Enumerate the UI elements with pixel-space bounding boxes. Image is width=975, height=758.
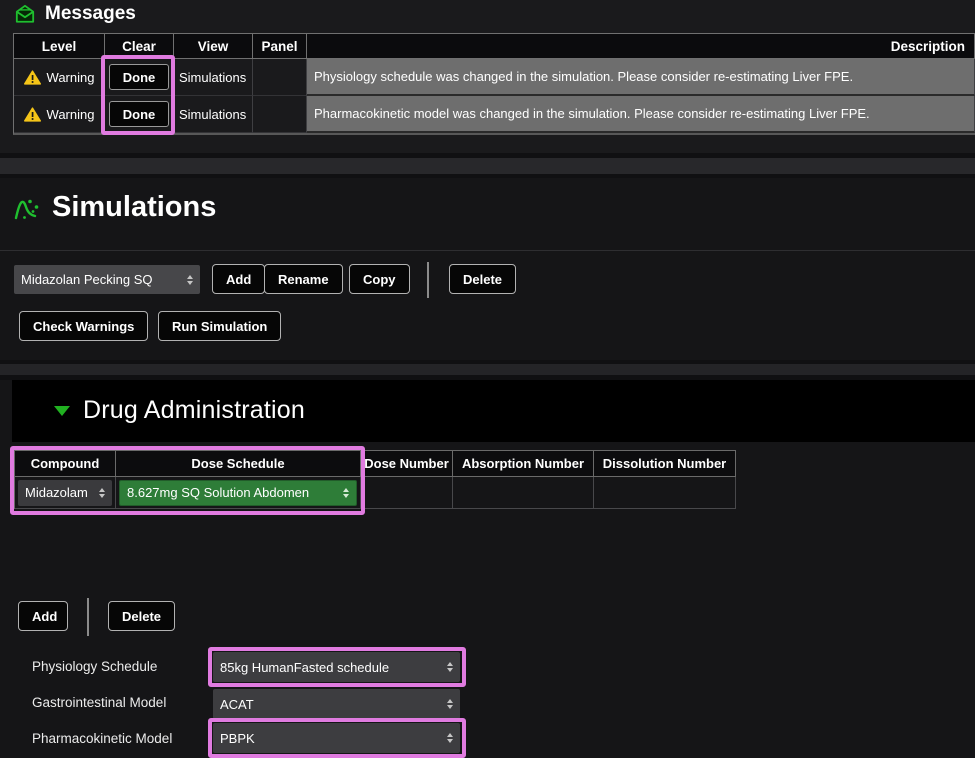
column-header-clear: Clear [105, 34, 174, 59]
updown-arrows-icon [447, 733, 453, 743]
physiology-schedule-value: 85kg HumanFasted schedule [220, 660, 389, 675]
pharmacokinetic-model-value: PBPK [220, 731, 255, 746]
add-simulation-button[interactable]: Add [212, 264, 265, 294]
view-label: Simulations [174, 59, 253, 96]
description-cell: Pharmacokinetic model was changed in the… [307, 96, 975, 133]
drug-administration-title: Drug Administration [83, 396, 305, 425]
column-header-compound: Compound [15, 450, 116, 477]
level-label: Warning [47, 107, 95, 122]
compound-select[interactable]: Midazolam [18, 480, 112, 506]
column-header-level: Level [14, 34, 105, 59]
simulations-title: Simulations [52, 191, 216, 224]
drug-table-header: Compound Dose Schedule Dose Number Absor… [15, 450, 736, 477]
drug-administration-header-band: Drug Administration [12, 380, 975, 442]
messages-header: Messages [14, 3, 136, 25]
messages-title: Messages [45, 3, 136, 25]
messages-table-header: Level Clear View Panel Description [14, 34, 975, 59]
drug-administration-table: Compound Dose Schedule Dose Number Absor… [14, 450, 736, 509]
panel-separator [0, 364, 975, 375]
warning-triangle-icon [24, 70, 41, 85]
messages-panel: Messages Level Clear View Panel Descript… [0, 0, 975, 153]
button-group-divider [427, 262, 429, 298]
panel-cell [253, 96, 307, 133]
delete-row-button[interactable]: Delete [108, 601, 175, 631]
column-header-dose-schedule: Dose Schedule [116, 450, 361, 477]
compound-select-value: Midazolam [25, 485, 88, 500]
done-button[interactable]: Done [109, 101, 170, 127]
pk-curve-icon [12, 195, 42, 221]
column-header-dissolution-number: Dissolution Number [594, 450, 736, 477]
collapse-triangle-icon[interactable] [54, 406, 70, 416]
dose-number-cell [361, 477, 453, 509]
envelope-icon [14, 4, 36, 24]
dose-schedule-select-value: 8.627mg SQ Solution Abdomen [127, 485, 309, 500]
level-label: Warning [47, 70, 95, 85]
dissolution-number-cell [594, 477, 736, 509]
panel-separator [0, 158, 975, 174]
panel-cell [253, 59, 307, 96]
simulation-select-value: Midazolan Pecking SQ [21, 272, 153, 287]
column-header-dose-number: Dose Number [361, 450, 453, 477]
physiology-schedule-select[interactable]: 85kg HumanFasted schedule [213, 652, 460, 682]
copy-simulation-button[interactable]: Copy [349, 264, 410, 294]
table-row: Warning Done Simulations Pharmacokinetic… [14, 96, 975, 133]
button-group-divider [87, 598, 89, 636]
gastrointestinal-model-value: ACAT [220, 697, 254, 712]
drug-administration-panel: Drug Administration Compound Dose Schedu… [0, 380, 975, 758]
updown-arrows-icon [447, 699, 453, 709]
messages-table: Level Clear View Panel Description Warni… [13, 33, 975, 135]
table-row: Warning Done Simulations Physiology sche… [14, 59, 975, 96]
simulation-select[interactable]: Midazolan Pecking SQ [14, 265, 200, 294]
gastrointestinal-model-label: Gastrointestinal Model [32, 695, 166, 710]
updown-arrows-icon [99, 488, 105, 498]
column-header-panel: Panel [253, 34, 307, 59]
done-button[interactable]: Done [109, 64, 170, 90]
updown-arrows-icon [187, 275, 193, 285]
run-simulation-button[interactable]: Run Simulation [158, 311, 281, 341]
simulations-header: Simulations [12, 191, 216, 224]
updown-arrows-icon [343, 488, 349, 498]
view-label: Simulations [174, 96, 253, 133]
rename-simulation-button[interactable]: Rename [264, 264, 343, 294]
app-screen: Messages Level Clear View Panel Descript… [0, 0, 975, 758]
column-header-description: Description [307, 34, 975, 59]
delete-simulation-button[interactable]: Delete [449, 264, 516, 294]
table-row: Midazolam 8.627mg SQ Solution Abdomen [15, 477, 736, 509]
dose-schedule-select[interactable]: 8.627mg SQ Solution Abdomen [119, 480, 357, 506]
updown-arrows-icon [447, 662, 453, 672]
add-row-button[interactable]: Add [18, 601, 68, 631]
check-warnings-button[interactable]: Check Warnings [19, 311, 148, 341]
simulations-panel: Simulations Midazolan Pecking SQ Add Ren… [0, 178, 975, 360]
absorption-number-cell [453, 477, 594, 509]
physiology-schedule-label: Physiology Schedule [32, 659, 157, 674]
pharmacokinetic-model-label: Pharmacokinetic Model [32, 731, 172, 746]
description-cell: Physiology schedule was changed in the s… [307, 59, 975, 96]
warning-triangle-icon [24, 107, 41, 122]
divider [0, 250, 975, 251]
gastrointestinal-model-select[interactable]: ACAT [213, 689, 460, 719]
column-header-view: View [174, 34, 253, 59]
pharmacokinetic-model-select[interactable]: PBPK [213, 723, 460, 753]
column-header-absorption-number: Absorption Number [453, 450, 594, 477]
